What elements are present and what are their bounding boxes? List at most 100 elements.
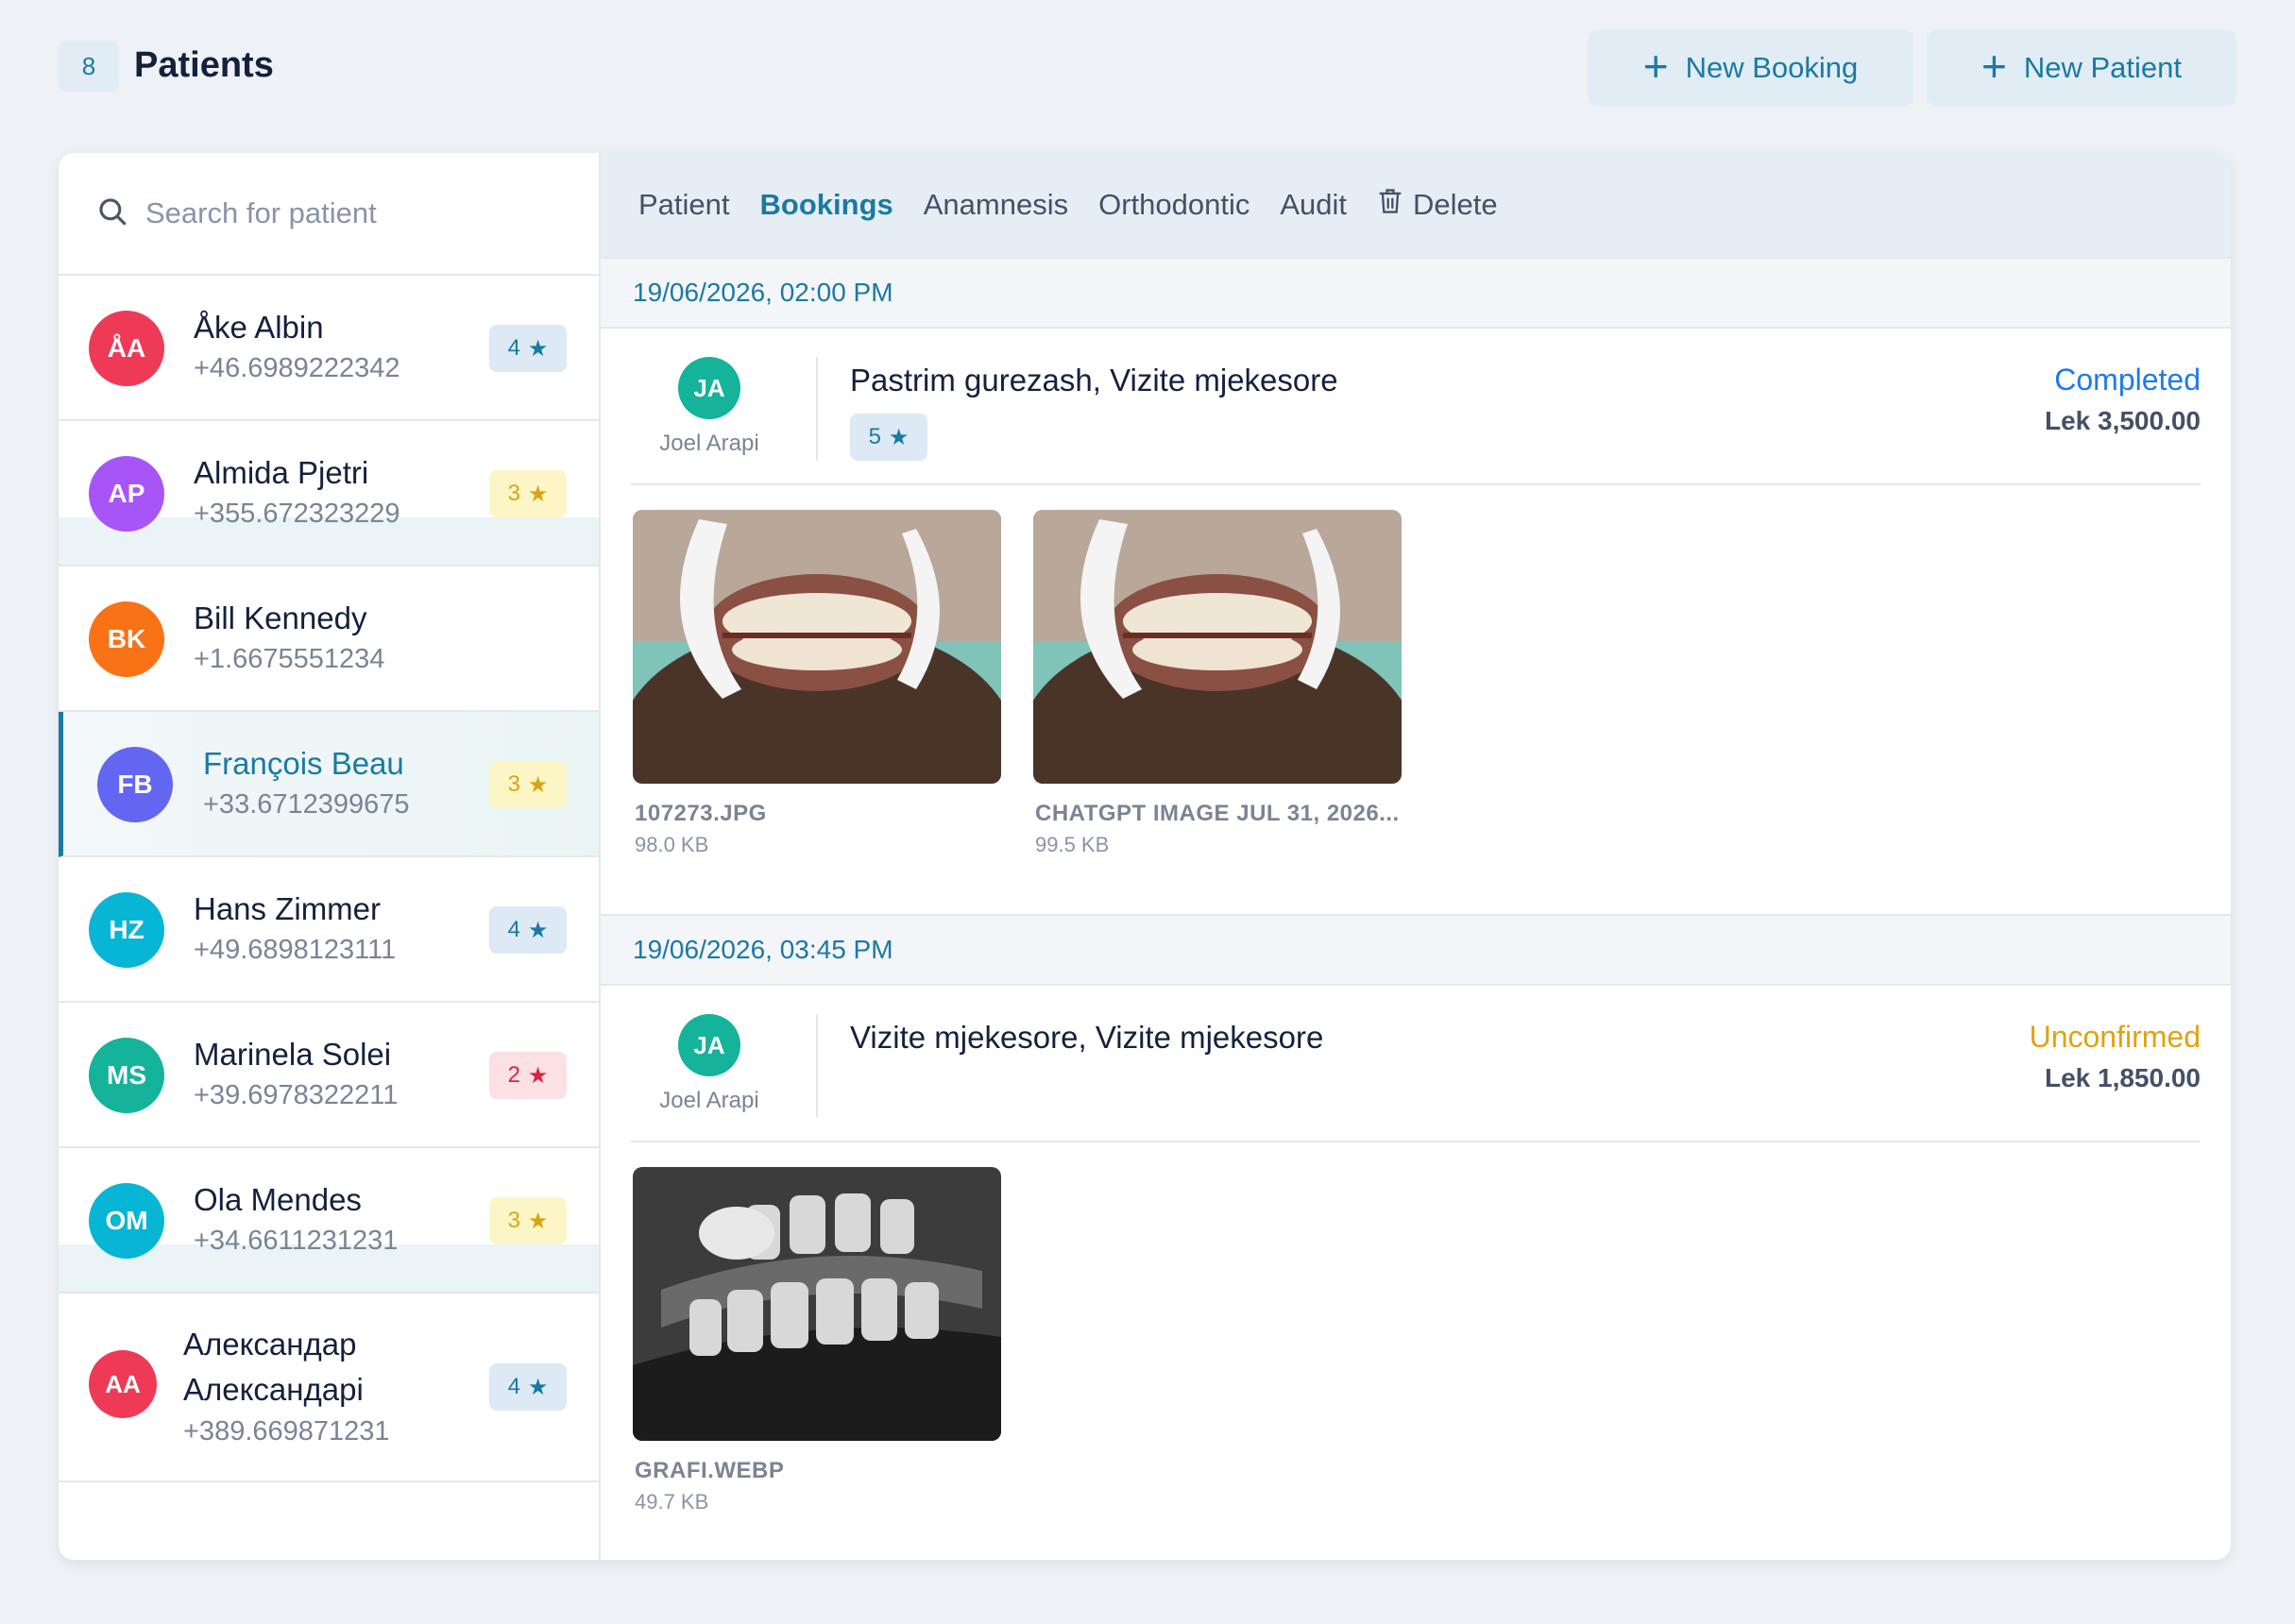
dental-photo-thumbnail	[1033, 510, 1402, 784]
new-patient-button[interactable]: + New Patient	[1927, 30, 2236, 106]
patient-detail: Patient Bookings Anamnesis Orthodontic A…	[601, 153, 2231, 1560]
dental-photo-thumbnail	[633, 510, 1001, 784]
rating-value: 3	[507, 771, 520, 797]
booking-price: Lek 1,850.00	[2044, 1063, 2201, 1092]
patient-sidebar: ÅA Åke Albin +46.6989222342 4 ★ AP Almid…	[59, 153, 601, 1560]
tab-bookings[interactable]: Bookings	[760, 188, 893, 222]
avatar: AP	[89, 456, 164, 532]
patient-item[interactable]: HZ Hans Zimmer +49.6898123111 4 ★	[59, 857, 599, 1003]
file-size: 98.0 KB	[635, 833, 709, 856]
avatar: MS	[89, 1038, 164, 1113]
rating-badge: 4 ★	[489, 906, 567, 954]
patient-item[interactable]: AA Александар Александарi +389.669871231…	[59, 1294, 599, 1482]
patient-phone: +46.6989222342	[194, 353, 400, 383]
patient-name: Bill Kennedy	[194, 601, 367, 635]
avatar: ÅA	[89, 311, 164, 386]
status-badge: Unconfirmed	[2029, 1020, 2201, 1054]
file-name: CHATGPT IMAGE JUL 31, 2026...	[1035, 801, 1400, 826]
patient-item[interactable]: AP Almida Pjetri +355.672323229 3 ★	[59, 421, 599, 567]
booking-date: 19/06/2026, 03:45 PM	[601, 914, 2231, 986]
new-booking-label: New Booking	[1685, 51, 1859, 84]
star-icon: ★	[527, 1208, 549, 1234]
patient-name: Hans Zimmer	[194, 891, 382, 926]
rating-value: 3	[507, 1208, 520, 1233]
attachment-item[interactable]: CHATGPT IMAGE JUL 31, 2026... 99.5 KB	[1033, 510, 1402, 857]
delete-label: Delete	[1413, 188, 1498, 221]
file-name: 107273.JPG	[635, 801, 767, 826]
patient-item[interactable]: BK Bill Kennedy +1.6675551234	[59, 567, 599, 712]
patient-item-selected[interactable]: FB François Beau +33.6712399675 3 ★	[59, 712, 599, 857]
doctor-name: Joel Arapi	[659, 431, 759, 456]
star-icon: ★	[527, 1062, 549, 1089]
patient-name: Almida Pjetri	[194, 455, 369, 490]
plus-icon: +	[1980, 42, 2007, 91]
booking-card: 19/06/2026, 02:00 PM JA Joel Arapi Pastr…	[601, 257, 2231, 914]
attachment-item[interactable]: 107273.JPG 98.0 KB	[633, 510, 1001, 857]
booking-price: Lek 3,500.00	[2044, 406, 2201, 435]
patient-name: Александар Александарi	[183, 1327, 364, 1407]
rating-badge: 2 ★	[489, 1052, 567, 1099]
tab-delete[interactable]: Delete	[1377, 187, 1498, 223]
file-name: GRAFI.WEBP	[635, 1458, 785, 1483]
booking-summary[interactable]: JA Joel Arapi Pastrim gurezash, Vizite m…	[631, 329, 2201, 485]
plus-icon: +	[1642, 42, 1669, 91]
patient-item[interactable]: ÅA Åke Albin +46.6989222342 4 ★	[59, 276, 599, 421]
patient-name: François Beau	[203, 746, 404, 781]
patient-phone: +39.6978322211	[194, 1080, 399, 1110]
status-badge: Completed	[2054, 363, 2201, 397]
doctor-avatar: JA	[678, 357, 740, 419]
star-icon: ★	[527, 771, 549, 798]
avatar: OM	[89, 1183, 164, 1259]
patient-name: Åke Albin	[194, 310, 324, 345]
star-icon: ★	[527, 481, 549, 507]
search-icon	[96, 195, 128, 232]
avatar: BK	[89, 601, 164, 677]
tab-patient[interactable]: Patient	[638, 188, 730, 222]
booking-date: 19/06/2026, 02:00 PM	[601, 257, 2231, 329]
new-booking-button[interactable]: + New Booking	[1588, 30, 1913, 106]
star-icon: ★	[888, 424, 910, 450]
file-size: 49.7 KB	[635, 1490, 709, 1514]
tab-audit[interactable]: Audit	[1280, 188, 1347, 222]
attachments: GRAFI.WEBP 49.7 KB	[633, 1142, 2231, 1516]
page-header: 8 Patients + New Booking + New Patient	[59, 30, 2236, 106]
rating-badge: 3 ★	[489, 470, 567, 517]
rating-badge: 4 ★	[489, 325, 567, 372]
patient-item[interactable]: OM Ola Mendes +34.6611231231 3 ★	[59, 1148, 599, 1294]
rating-value: 4	[507, 335, 520, 361]
booking-services: Vizite mjekesore, Vizite mjekesore	[850, 1020, 1324, 1055]
file-size: 99.5 KB	[1035, 833, 1110, 856]
xray-thumbnail	[633, 1167, 1001, 1441]
trash-icon	[1377, 187, 1403, 223]
tab-orthodontic[interactable]: Orthodontic	[1098, 188, 1250, 222]
new-patient-label: New Patient	[2023, 51, 2182, 84]
patient-name: Ola Mendes	[194, 1182, 362, 1217]
avatar: FB	[97, 747, 173, 822]
search-bar	[59, 153, 599, 276]
avatar: HZ	[89, 892, 164, 968]
divider	[816, 1014, 818, 1118]
divider	[816, 357, 818, 461]
star-icon: ★	[527, 1374, 549, 1400]
booking-services: Pastrim gurezash, Vizite mjekesore	[850, 363, 1338, 398]
doctor-name: Joel Arapi	[659, 1088, 759, 1113]
patient-phone: +1.6675551234	[194, 644, 385, 674]
rating-badge: 5 ★	[850, 414, 927, 461]
patient-count-badge: 8	[59, 41, 119, 92]
tab-anamnesis[interactable]: Anamnesis	[924, 188, 1068, 222]
booking-card: 19/06/2026, 03:45 PM JA Joel Arapi Vizit…	[601, 914, 2231, 1516]
patient-item[interactable]: MS Marinela Solei +39.6978322211 2 ★	[59, 1003, 599, 1148]
star-icon: ★	[527, 917, 549, 943]
attachment-item[interactable]: GRAFI.WEBP 49.7 KB	[633, 1167, 1001, 1514]
doctor-avatar: JA	[678, 1014, 740, 1076]
rating-badge: 3 ★	[489, 761, 567, 808]
booking-summary[interactable]: JA Joel Arapi Vizite mjekesore, Vizite m…	[631, 986, 2201, 1142]
patient-phone: +33.6712399675	[203, 789, 410, 820]
rating-value: 4	[507, 1374, 520, 1399]
search-input[interactable]	[145, 196, 542, 230]
patient-phone: +34.6611231231	[194, 1226, 399, 1256]
star-icon: ★	[527, 335, 549, 362]
patient-name: Marinela Solei	[194, 1037, 392, 1072]
rating-badge: 4 ★	[489, 1363, 567, 1411]
attachments: 107273.JPG 98.0 KB CHATGPT IMAGE JUL 31,…	[633, 485, 2231, 914]
